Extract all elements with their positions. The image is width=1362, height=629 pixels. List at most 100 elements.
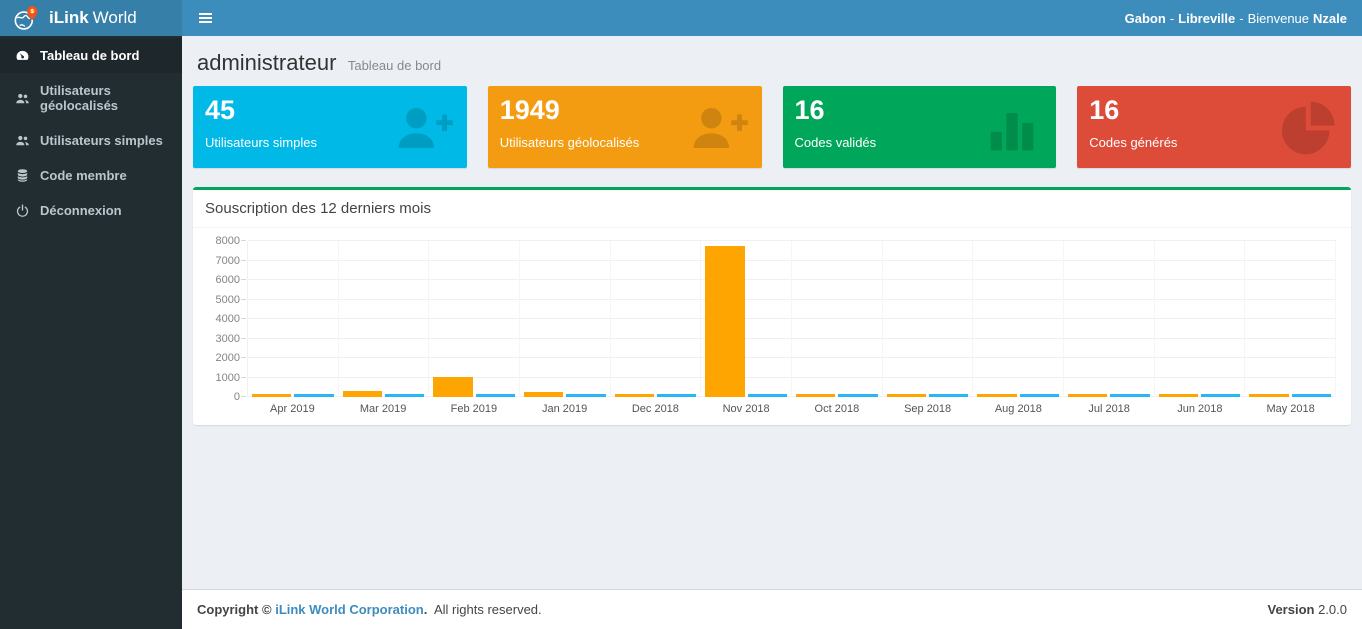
content-spacer (182, 425, 1362, 589)
chart-category-11 (1245, 241, 1336, 397)
y-tick-mark (241, 318, 246, 319)
y-tick-mark (241, 396, 246, 397)
sidebar-item-label: Code membre (40, 168, 127, 183)
bar-series-orange-11[interactable] (1249, 394, 1288, 397)
sidebar-item-code-membre[interactable]: Code membre (0, 158, 182, 193)
x-axis-label: Aug 2018 (973, 403, 1064, 415)
main-content: administrateur Tableau de bord 45Utilisa… (182, 36, 1362, 629)
user-greeting: Gabon-Libreville-BienvenueNzale (1125, 11, 1362, 26)
users-icon (15, 133, 30, 148)
y-tick-mark (241, 299, 246, 300)
y-axis-label: 6000 (200, 274, 240, 286)
bar-series-cyan-10[interactable] (1201, 394, 1240, 397)
bar-series-cyan-6[interactable] (838, 394, 877, 397)
y-axis-label: 7000 (200, 255, 240, 267)
chart-panel-body: 010002000300040005000600070008000 Apr 20… (193, 228, 1351, 425)
y-axis-label: 0 (200, 391, 240, 403)
x-axis-label: Oct 2018 (792, 403, 883, 415)
bar-series-orange-3[interactable] (524, 392, 563, 397)
top-header: $ iLinkWorld Gabon-Libreville-BienvenueN… (0, 0, 1362, 36)
stat-card-codes-valides: 16Codes validés (783, 86, 1057, 168)
chart-category-7 (883, 241, 974, 397)
bar-series-cyan-4[interactable] (657, 394, 696, 397)
bar-series-orange-7[interactable] (887, 394, 926, 397)
chart-category-6 (792, 241, 883, 397)
chart-category-1 (339, 241, 430, 397)
brand-name-bold: iLink (49, 8, 89, 27)
y-tick-mark (241, 279, 246, 280)
x-axis-label: Sep 2018 (882, 403, 973, 415)
subscription-chart-panel: Souscription des 12 derniers mois 010002… (193, 187, 1351, 425)
users-icon (15, 91, 30, 106)
bar-series-orange-8[interactable] (977, 394, 1016, 397)
brand-name-regular: World (93, 8, 137, 27)
tachometer-icon (15, 48, 30, 63)
greeting-separator: - (1170, 11, 1174, 26)
database-icon (15, 168, 30, 183)
brand-logo[interactable]: $ iLinkWorld (0, 0, 182, 36)
bar-series-orange-5[interactable] (705, 246, 744, 397)
y-axis-label: 5000 (200, 294, 240, 306)
y-axis-label: 8000 (200, 235, 240, 247)
bar-series-orange-10[interactable] (1159, 394, 1198, 397)
y-tick-mark (241, 338, 246, 339)
bar-series-orange-4[interactable] (615, 394, 654, 397)
chart-plot-area: 010002000300040005000600070008000 (247, 241, 1336, 397)
sidebar-item-deconnexion[interactable]: Déconnexion (0, 193, 182, 228)
greeting-word: Bienvenue (1248, 11, 1309, 26)
bar-series-cyan-11[interactable] (1292, 394, 1331, 397)
greeting-city: Libreville (1178, 11, 1235, 26)
x-axis-label: Dec 2018 (610, 403, 701, 415)
bar-series-cyan-5[interactable] (748, 394, 787, 397)
y-axis-label: 2000 (200, 352, 240, 364)
chart-x-axis: Apr 2019Mar 2019Feb 2019Jan 2019Dec 2018… (247, 397, 1336, 415)
stat-cards-row: 45Utilisateurs simples 1949Utilisateurs g… (182, 86, 1362, 168)
sidebar-item-utilisateurs-simples[interactable]: Utilisateurs simples (0, 123, 182, 158)
stat-card-codes-generes: 16Codes générés (1077, 86, 1351, 168)
bar-series-cyan-8[interactable] (1020, 394, 1059, 397)
stat-card-utilisateurs-geolocalises: 1949Utilisateurs géolocalisés (488, 86, 762, 168)
bar-series-orange-6[interactable] (796, 394, 835, 397)
navbar: Gabon-Libreville-BienvenueNzale (182, 0, 1362, 36)
chart-category-3 (520, 241, 611, 397)
x-axis-label: Mar 2019 (338, 403, 429, 415)
x-axis-label: Feb 2019 (429, 403, 520, 415)
bar-series-cyan-3[interactable] (566, 394, 605, 397)
bar-series-cyan-7[interactable] (929, 394, 968, 397)
sidebar-nav: Tableau de bord Utilisateurs géolocalisés… (0, 36, 182, 629)
chart-cells (248, 241, 1336, 397)
version-text: Version 2.0.0 (1267, 602, 1347, 617)
chart-category-8 (973, 241, 1064, 397)
y-tick-mark (241, 377, 246, 378)
bar-series-orange-9[interactable] (1068, 394, 1107, 397)
copyright-text: Copyright © iLink World Corporation. All… (197, 602, 542, 617)
sidebar-item-utilisateurs-geolocalises[interactable]: Utilisateurs géolocalisés (0, 73, 182, 123)
page-subtitle: Tableau de bord (348, 58, 441, 73)
copyright-prefix: Copyright © (197, 602, 272, 617)
chart-category-2 (429, 241, 520, 397)
sidebar-toggle-button[interactable] (182, 0, 228, 36)
y-tick-mark (241, 240, 246, 241)
x-axis-label: Jan 2019 (519, 403, 610, 415)
sidebar-item-label: Utilisateurs simples (40, 133, 163, 148)
sidebar-item-label: Utilisateurs géolocalisés (40, 83, 167, 113)
svg-text:$: $ (31, 8, 34, 14)
y-tick-mark (241, 357, 246, 358)
pie-chart-icon (1277, 98, 1337, 158)
greeting-username: Nzale (1313, 11, 1347, 26)
version-label: Version (1267, 602, 1314, 617)
bar-series-cyan-2[interactable] (476, 394, 515, 397)
bar-series-orange-0[interactable] (252, 394, 291, 397)
bar-series-cyan-1[interactable] (385, 394, 424, 397)
bar-series-cyan-9[interactable] (1110, 394, 1149, 397)
y-axis-label: 4000 (200, 313, 240, 325)
bar-series-cyan-0[interactable] (294, 394, 333, 397)
bar-series-orange-2[interactable] (433, 377, 472, 397)
stat-card-utilisateurs-simples: 45Utilisateurs simples (193, 86, 467, 168)
page-title: administrateur (197, 50, 336, 75)
bar-series-orange-1[interactable] (343, 391, 382, 397)
x-axis-label: May 2018 (1245, 403, 1336, 415)
sidebar-item-tableau-de-bord[interactable]: Tableau de bord (0, 38, 182, 73)
company-link[interactable]: iLink World Corporation (275, 602, 424, 617)
greeting-country: Gabon (1125, 11, 1166, 26)
